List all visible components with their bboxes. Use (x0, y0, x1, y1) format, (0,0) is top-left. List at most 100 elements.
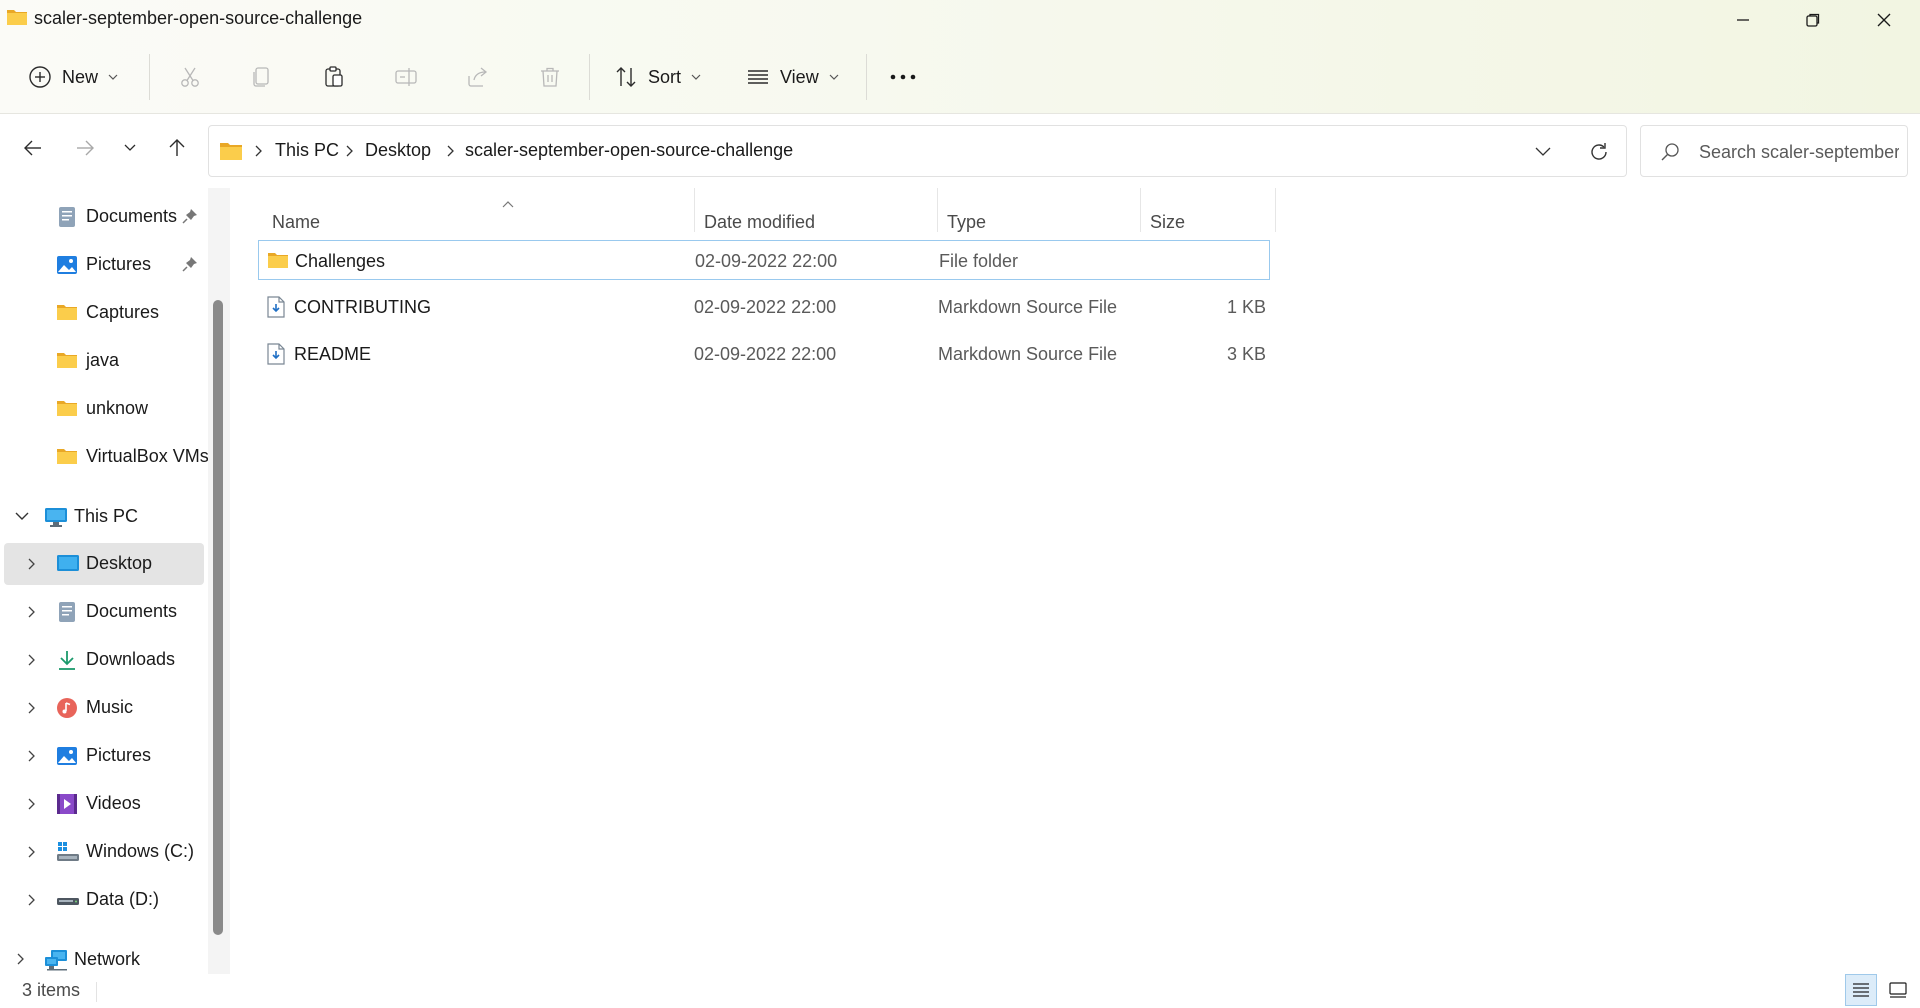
file-type: File folder (939, 251, 1019, 271)
sidebar-item-documents-pc[interactable]: Documents (0, 591, 206, 633)
close-button[interactable] (1848, 0, 1920, 40)
sidebar-item-label: Videos (86, 793, 141, 813)
chevron-right-icon[interactable] (28, 606, 36, 618)
forward-button[interactable] (65, 128, 105, 168)
pictures-icon (56, 745, 78, 767)
breadcrumb-desktop[interactable]: Desktop (365, 140, 431, 161)
chevron-right-icon[interactable] (28, 750, 36, 762)
sidebar-item-pictures[interactable]: Pictures (0, 244, 206, 286)
sidebar-item-data-d[interactable]: Data (D:) (0, 879, 206, 921)
table-row[interactable]: README 02-09-2022 22:00 Markdown Source … (258, 334, 1270, 374)
recent-locations-button[interactable] (110, 128, 150, 168)
chevron-right-icon[interactable] (28, 846, 36, 858)
minimize-button[interactable] (1707, 0, 1779, 40)
chevron-right-icon[interactable] (28, 798, 36, 810)
rename-icon (394, 65, 418, 89)
search-input[interactable] (1699, 139, 1899, 165)
share-icon (466, 65, 490, 89)
sidebar-item-label: Pictures (86, 745, 152, 765)
sidebar-item-label: Documents (86, 206, 178, 226)
file-name: Challenges (295, 251, 386, 271)
up-button[interactable] (157, 128, 197, 168)
large-icons-view-button[interactable] (1882, 974, 1914, 1006)
sidebar-item-java[interactable]: java (0, 340, 206, 382)
sidebar-item-videos[interactable]: Videos (0, 783, 206, 825)
sidebar-item-label: VirtualBox VMs (86, 446, 209, 466)
chevron-down-icon (124, 144, 136, 152)
column-header-date-modified[interactable]: Date modified (695, 200, 938, 244)
copy-button[interactable] (250, 56, 274, 98)
table-row[interactable]: Challenges 02-09-2022 22:00 File folder (258, 240, 1270, 280)
sort-icon (614, 65, 638, 89)
column-header-type[interactable]: Type (938, 200, 1141, 244)
sidebar-item-captures[interactable]: Captures (0, 292, 206, 334)
sidebar-item-windows-c[interactable]: Windows (C:) (0, 831, 206, 873)
minimize-icon (1735, 12, 1751, 28)
paste-icon (322, 65, 346, 89)
folder-icon (56, 446, 78, 466)
view-button[interactable]: View (746, 56, 839, 98)
chevron-right-icon[interactable] (28, 894, 36, 906)
refresh-button[interactable] (1586, 139, 1612, 165)
chevron-down-icon (1535, 147, 1551, 157)
sidebar-item-downloads[interactable]: Downloads (0, 639, 206, 681)
delete-button[interactable] (538, 56, 562, 98)
new-button[interactable]: New (28, 56, 118, 98)
sidebar-item-pictures-pc[interactable]: Pictures (0, 735, 206, 777)
share-button[interactable] (466, 56, 490, 98)
title-bar: scaler-september-open-source-challenge (0, 0, 1920, 40)
chevron-down-icon[interactable] (15, 512, 29, 521)
breadcrumb-current-folder[interactable]: scaler-september-open-source-challenge (465, 140, 793, 161)
column-header-name[interactable]: Name (258, 200, 688, 244)
table-row[interactable]: CONTRIBUTING 02-09-2022 22:00 Markdown S… (258, 287, 1270, 327)
file-date: 02-09-2022 22:00 (694, 297, 837, 317)
sidebar-item-label: This PC (74, 506, 139, 526)
chevron-right-icon (346, 145, 354, 157)
chevron-right-icon[interactable] (28, 654, 36, 666)
drive-icon (56, 889, 80, 911)
sidebar-item-label: Network (74, 949, 141, 969)
breadcrumb-this-pc[interactable]: This PC (275, 140, 339, 161)
sidebar-item-label: Downloads (86, 649, 176, 669)
sidebar-item-virtualbox-vms[interactable]: VirtualBox VMs (0, 436, 209, 478)
sidebar-item-unknow[interactable]: unknow (0, 388, 206, 430)
toolbar-divider (149, 54, 150, 100)
downloads-icon (56, 649, 78, 671)
sort-button[interactable]: Sort (614, 56, 701, 98)
column-header-size[interactable]: Size (1141, 200, 1275, 244)
navigation-pane: Documents Pictures Captures java unknow … (0, 188, 232, 974)
paste-button[interactable] (322, 56, 346, 98)
sidebar-item-music[interactable]: Music (0, 687, 206, 729)
address-bar[interactable]: This PC Desktop scaler-september-open-so… (208, 125, 1627, 177)
music-icon (56, 697, 78, 719)
chevron-right-icon[interactable] (17, 953, 25, 965)
sidebar-item-this-pc[interactable]: This PC (0, 496, 206, 538)
column-header-label: Size (1150, 212, 1186, 232)
item-count: 3 items (22, 980, 81, 1000)
search-icon (1659, 141, 1681, 163)
sidebar-item-label: Windows (C:) (86, 841, 195, 861)
chevron-right-icon[interactable] (28, 702, 36, 714)
search-box[interactable] (1640, 125, 1908, 177)
status-bar: 3 items (0, 974, 1920, 1008)
computer-icon (44, 506, 68, 528)
back-button[interactable] (13, 128, 53, 168)
sidebar-item-desktop[interactable]: Desktop (4, 543, 204, 585)
cut-button[interactable] (178, 56, 202, 98)
restore-icon (1805, 12, 1821, 28)
details-view-button[interactable] (1845, 974, 1877, 1006)
restore-button[interactable] (1777, 0, 1849, 40)
rename-button[interactable] (394, 56, 418, 98)
copy-icon (250, 65, 274, 89)
sidebar-item-label: java (86, 350, 120, 370)
more-options-button[interactable] (889, 56, 917, 98)
file-type: Markdown Source File (938, 297, 1118, 317)
sidebar-item-label: Captures (86, 302, 160, 322)
chevron-right-icon[interactable] (28, 558, 36, 570)
sidebar-item-documents[interactable]: Documents (0, 196, 206, 238)
sidebar-item-label: Documents (86, 601, 178, 621)
sidebar-scrollbar-thumb[interactable] (213, 300, 223, 935)
column-divider[interactable] (1275, 188, 1276, 232)
address-dropdown-button[interactable] (1530, 140, 1556, 164)
pictures-icon (56, 254, 78, 276)
